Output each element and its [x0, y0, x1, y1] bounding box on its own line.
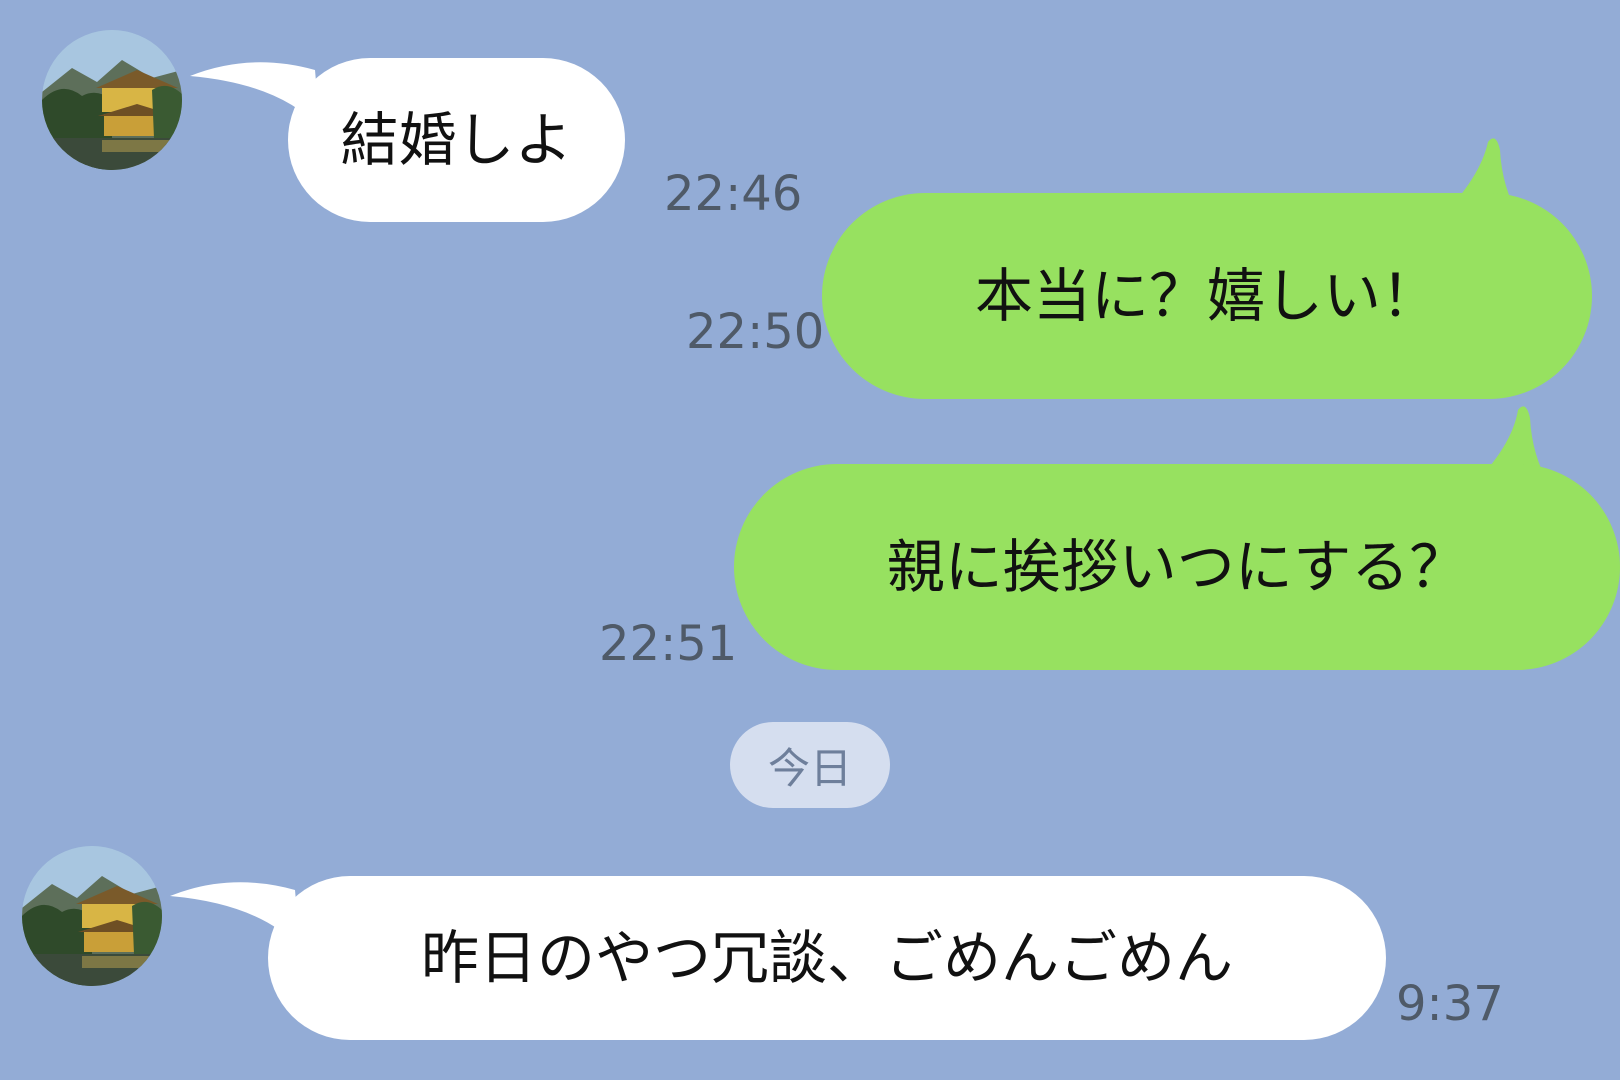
avatar[interactable] [22, 846, 162, 986]
message-bubble-incoming[interactable]: 結婚しよ [288, 58, 625, 222]
message-bubble-incoming[interactable]: 昨日のやつ冗談、ごめんごめん [268, 876, 1386, 1040]
message-time: 22:46 [664, 166, 803, 222]
message-text: 親に挨拶いつにする？ [886, 533, 1468, 601]
avatar[interactable] [42, 30, 182, 170]
message-text: 結婚しよ [340, 106, 573, 174]
message-bubble-outgoing[interactable]: 親に挨拶いつにする？ [734, 464, 1620, 670]
message-time: 22:51 [599, 616, 738, 672]
message-time: 22:50 [686, 304, 825, 360]
temple-photo-icon [42, 30, 182, 170]
temple-photo-icon [22, 846, 162, 986]
message-text: 昨日のやつ冗談、ごめんごめん [420, 924, 1233, 992]
date-separator: 今日 [730, 722, 890, 808]
message-bubble-outgoing[interactable]: 本当に？嬉しい！ [822, 193, 1592, 399]
message-time: 9:37 [1396, 976, 1504, 1032]
message-text: 本当に？嬉しい！ [974, 262, 1439, 330]
